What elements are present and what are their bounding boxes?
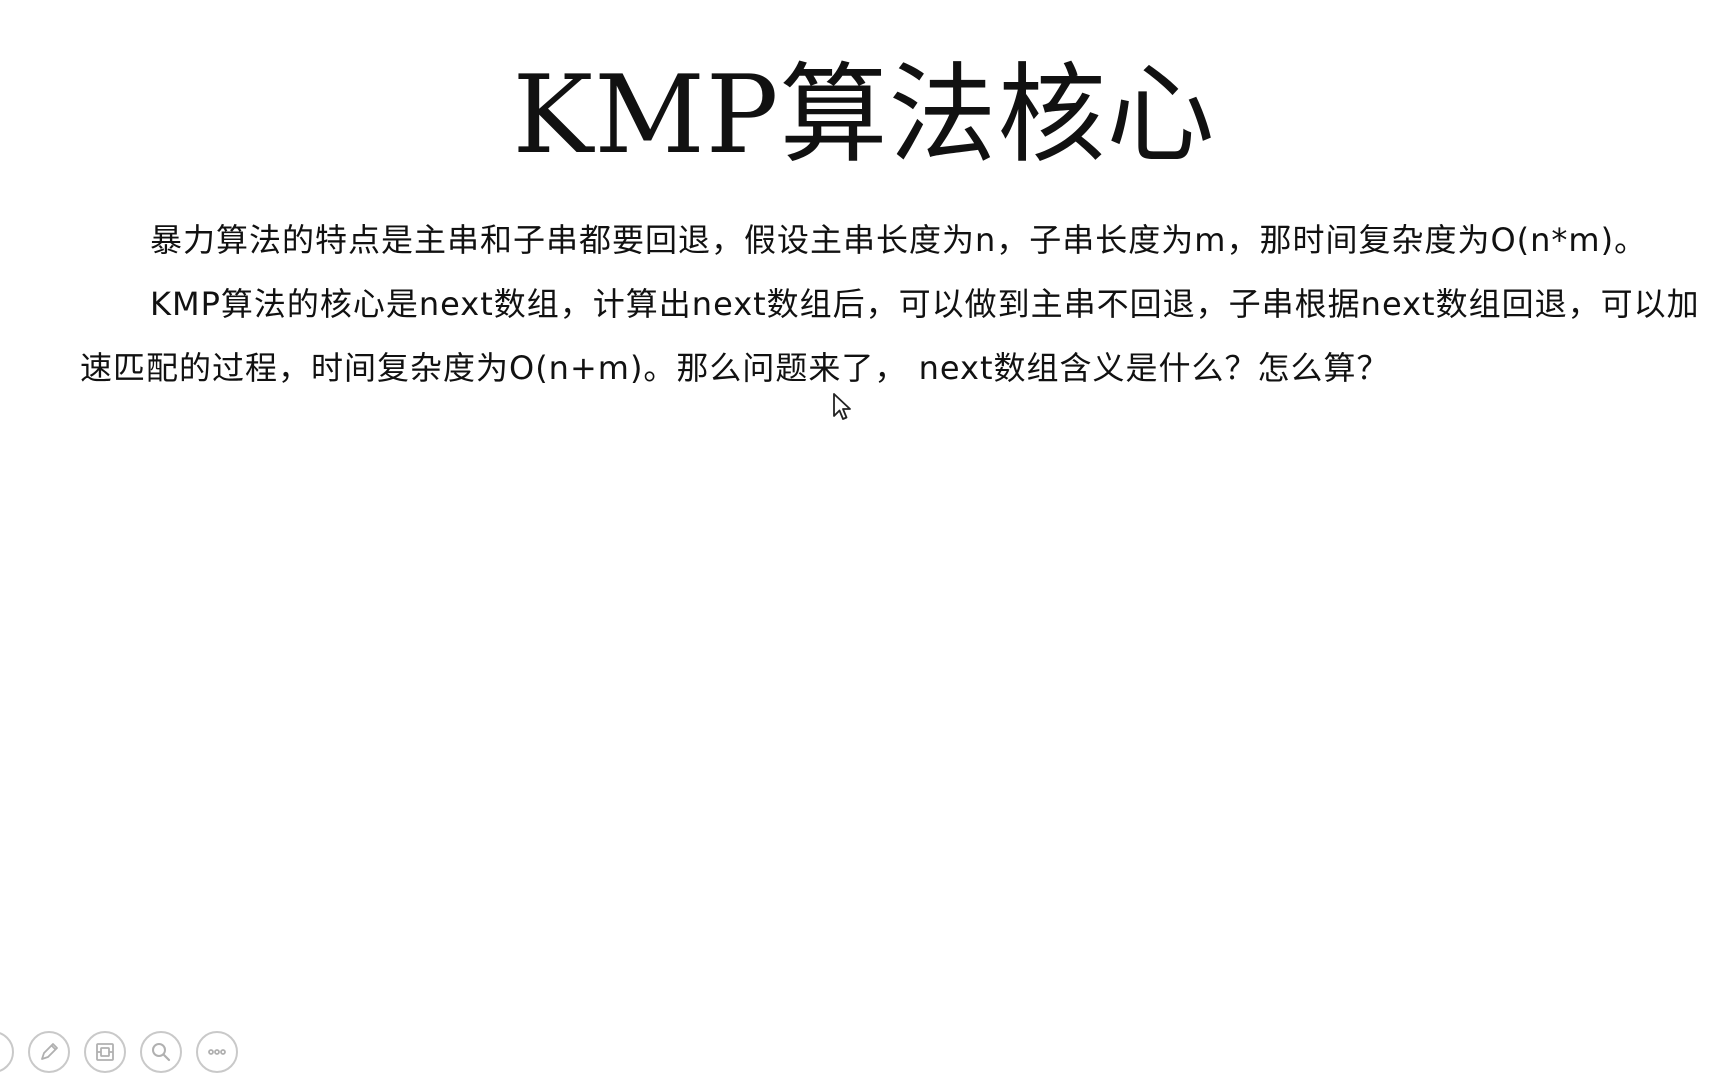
slide-body: 暴力算法的特点是主串和子串都要回退，假设主串长度为n，子串长度为m，那时间复杂度… — [80, 208, 1720, 400]
paragraph-brute-force: 暴力算法的特点是主串和子串都要回退，假设主串长度为n，子串长度为m，那时间复杂度… — [150, 221, 1648, 259]
paragraph-kmp-core: KMP算法的核心是next数组，计算出next数组后，可以做到主串不回退，子串根… — [80, 285, 1700, 387]
slide-title: KMP算法核心 — [512, 53, 1216, 178]
zoom-icon[interactable] — [140, 1031, 182, 1073]
more-icon[interactable] — [196, 1031, 238, 1073]
pen-icon[interactable] — [28, 1031, 70, 1073]
slides-icon[interactable] — [84, 1031, 126, 1073]
presentation-slide: KMP算法核心 暴力算法的特点是主串和子串都要回退，假设主串长度为n，子串长度为… — [0, 0, 1728, 1080]
presentation-toolbar — [0, 1028, 238, 1076]
mouse-cursor-icon — [833, 393, 851, 420]
partial-button-icon[interactable] — [0, 1031, 14, 1073]
